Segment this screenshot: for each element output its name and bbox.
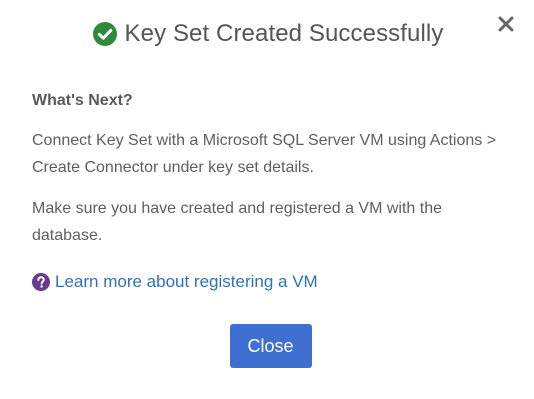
success-dialog: Key Set Created Successfully What's Next… xyxy=(0,0,534,399)
check-circle-icon xyxy=(92,22,117,46)
close-icon[interactable] xyxy=(496,14,516,34)
requirement-paragraph: Make sure you have created and registere… xyxy=(32,200,442,244)
dialog-footer: Close xyxy=(0,324,534,368)
section-heading: What's Next? xyxy=(32,92,133,109)
instruction-paragraph: Connect Key Set with a Microsoft SQL Ser… xyxy=(32,132,497,176)
title-wrap: Key Set Created Successfully xyxy=(92,20,444,48)
learn-more-row: Learn more about registering a VM xyxy=(32,272,512,292)
dialog-header: Key Set Created Successfully xyxy=(0,17,534,51)
close-button[interactable]: Close xyxy=(229,324,312,368)
learn-more-link[interactable]: Learn more about registering a VM xyxy=(55,272,318,292)
dialog-body: What's Next? Connect Key Set with a Micr… xyxy=(32,92,512,292)
question-circle-icon xyxy=(32,273,50,291)
dialog-title: Key Set Created Successfully xyxy=(124,20,444,47)
